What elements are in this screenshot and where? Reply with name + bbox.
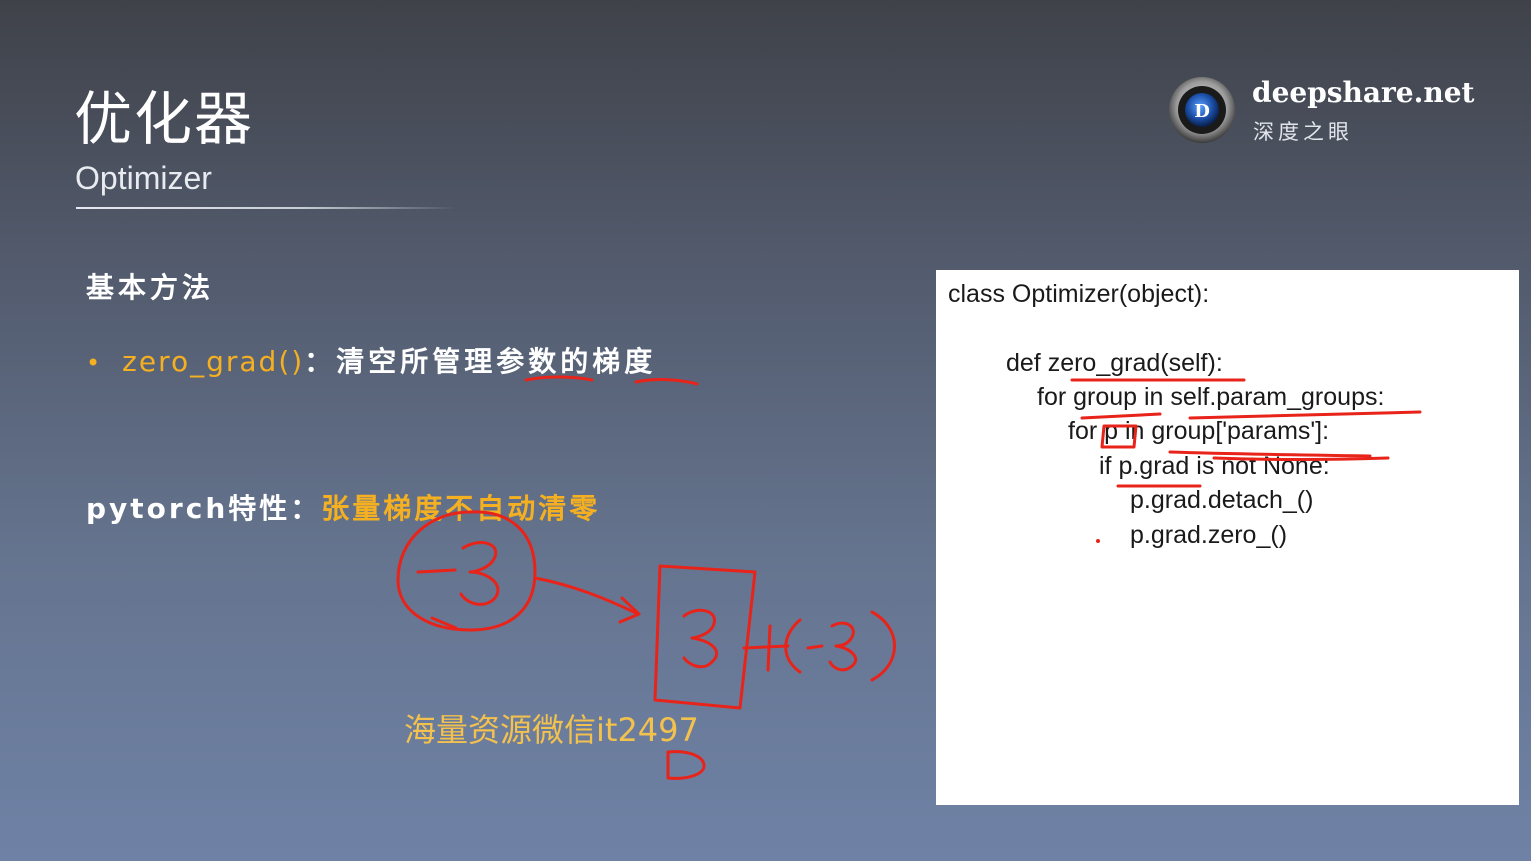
presentation-slide: 优化器 Optimizer D deepshare.net 深度之眼 基本方法 …: [0, 0, 1531, 861]
logo-name: deepshare.net: [1252, 76, 1475, 109]
pytorch-feature: pytorch特性：张量梯度不自动清零: [86, 487, 600, 527]
logo-chinese-name: 深度之眼: [1253, 120, 1353, 144]
code-line: for p in group['params']:: [1068, 417, 1330, 445]
bullet-separator: ：: [304, 345, 337, 378]
digit-three-mark: [682, 608, 719, 669]
digit-three-mark: [459, 541, 500, 606]
arrow-mark: [533, 576, 640, 616]
paren-mark: [870, 610, 896, 682]
slide-title: 优化器: [74, 85, 255, 153]
minus-sign-mark: [806, 644, 824, 650]
code-line: class Optimizer(object):: [948, 280, 1210, 308]
section-heading: 基本方法: [86, 271, 215, 304]
code-line: if p.grad is not None:: [1099, 452, 1330, 480]
bullet-dot-icon: •: [86, 349, 101, 377]
code-line: def zero_grad(self):: [1006, 349, 1223, 377]
letter-d-mark: [666, 750, 706, 780]
code-line: p.grad.detach_(): [1130, 486, 1314, 514]
arrowhead-mark: [618, 596, 641, 624]
digit-three-mark: [828, 621, 858, 672]
feature-value: 张量梯度不自动清零: [321, 492, 601, 525]
bullet-description: 清空所管理参数的梯度: [336, 345, 657, 378]
eye-logo-icon: D: [1169, 77, 1235, 143]
minus-sign-mark: [416, 568, 457, 574]
code-line: p.grad.zero_(): [1130, 521, 1288, 549]
boxed-three: [653, 564, 757, 710]
plus-sign-mark: [742, 624, 790, 672]
feature-label: pytorch特性: [86, 492, 291, 525]
bullet-code-term: zero_grad(): [122, 345, 305, 378]
slide-subtitle: Optimizer: [75, 160, 212, 196]
circled-minus-three: [396, 510, 537, 632]
feature-separator: ：: [290, 492, 322, 525]
watermark-text: 海量资源微信it2497: [404, 711, 699, 749]
underline-mark: [634, 378, 699, 386]
svg-text:D: D: [1194, 101, 1210, 122]
bullet-zero-grad: • zero_grad()：清空所管理参数的梯度: [86, 340, 656, 380]
code-panel: class Optimizer(object): def zero_grad(s…: [936, 270, 1519, 805]
deepshare-logo: D deepshare.net 深度之眼: [1168, 76, 1474, 148]
title-divider: [76, 207, 456, 209]
tail-mark: [430, 616, 458, 630]
code-line: for group in self.param_groups:: [1037, 383, 1385, 411]
paren-mark: [784, 618, 802, 674]
